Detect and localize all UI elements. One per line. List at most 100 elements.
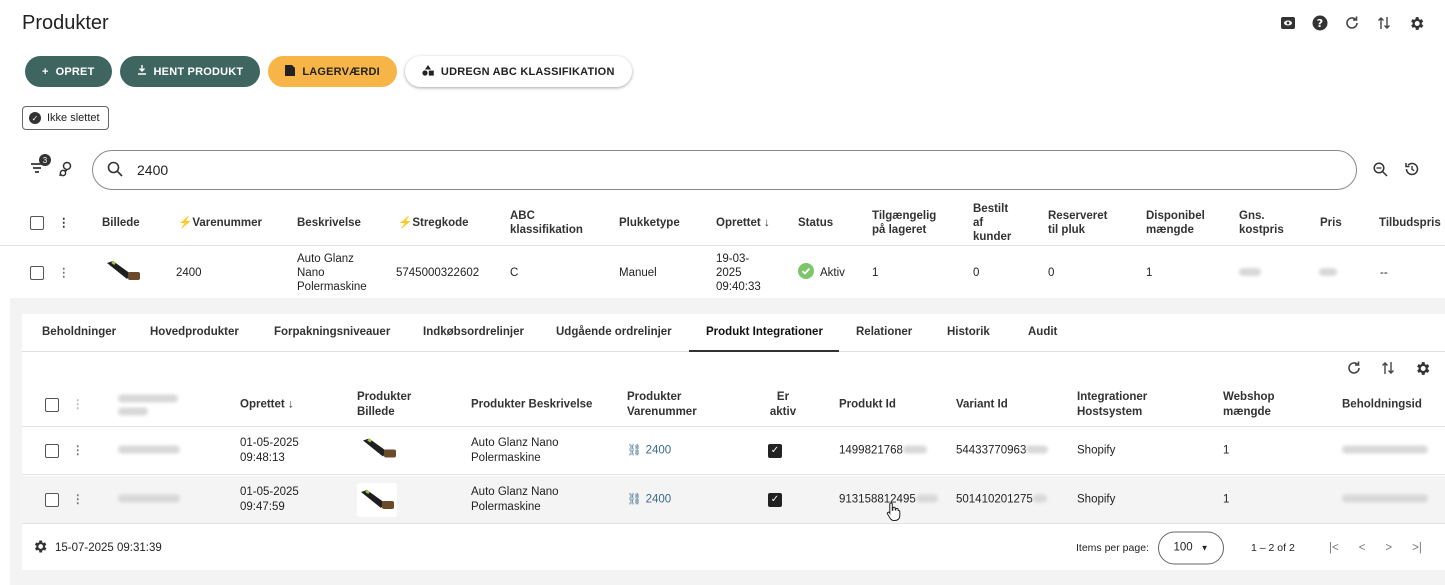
row-menu-icon[interactable]: ⋮ <box>72 443 84 458</box>
col-reserved[interactable]: Reserveret til pluk <box>1048 209 1118 237</box>
col-barcode[interactable]: ⚡Stregkode <box>398 216 469 230</box>
row-variant-id: 54433770963 <box>956 443 1049 458</box>
column-menu-icon[interactable]: ⋮ <box>58 216 70 230</box>
tab-main-products[interactable]: Hovedprodukter <box>150 326 239 338</box>
tab-relations[interactable]: Relationer <box>856 326 912 338</box>
col-pick-type[interactable]: Plukketype <box>619 216 680 230</box>
tab-packaging-levels[interactable]: Forpakningsniveauer <box>274 326 390 338</box>
row-stock-id-redacted <box>1342 492 1428 507</box>
row-available: 1 <box>872 266 879 279</box>
active-checkbox[interactable]: ✓ <box>768 443 782 458</box>
sort-icon[interactable] <box>1379 359 1397 377</box>
col-webshop-qty[interactable]: Webshop mængde <box>1223 390 1293 420</box>
pagination-range: 1 – 2 of 2 <box>1251 541 1295 554</box>
tab-purchase-order-lines[interactable]: Indkøbsordrelinjer <box>423 326 524 338</box>
fetch-product-button[interactable]: HENT PRODUKT <box>119 56 261 87</box>
col-status[interactable]: Status <box>798 216 833 230</box>
tab-history[interactable]: Historik <box>947 326 990 338</box>
stock-value-button[interactable]: LAGERVÆRDI <box>268 56 397 87</box>
row-description: Auto Glanz Nano Polermaskine <box>471 485 559 513</box>
shapes-icon <box>422 64 434 79</box>
col-avg-cost[interactable]: Gns. kostpris <box>1239 209 1289 237</box>
next-page-icon[interactable]: > <box>1385 542 1392 554</box>
row-variant-id: 501410201275 <box>956 492 1047 507</box>
row-menu-icon[interactable]: ⋮ <box>72 492 84 507</box>
chevron-down-icon: ▼ <box>1200 543 1209 552</box>
plus-icon: + <box>42 65 49 78</box>
search-reset-icon[interactable] <box>1372 161 1388 180</box>
detail-tabs: Beholdninger Hovedprodukter Forpakningsn… <box>22 314 1445 352</box>
history-icon[interactable] <box>1404 161 1420 180</box>
sort-icon[interactable] <box>1375 14 1393 32</box>
col-abc[interactable]: ABC klassifikation <box>510 209 590 237</box>
row-checkbox[interactable] <box>45 492 59 507</box>
col-item-no[interactable]: ⚡Varenummer <box>178 216 262 230</box>
row-host: Shopify <box>1077 493 1116 505</box>
col-created[interactable]: Oprettet ↓ <box>716 216 770 230</box>
table-row[interactable]: ⋮ 01-05-2025 09:48:13 Auto Glanz Nano Po… <box>22 427 1445 475</box>
col-product-id[interactable]: Produkt Id <box>839 398 896 413</box>
refresh-icon[interactable] <box>1345 359 1363 377</box>
row-menu-icon[interactable]: ⋮ <box>58 266 70 280</box>
gear-icon[interactable] <box>1413 359 1431 377</box>
check-circle-icon: ✓ <box>29 112 41 124</box>
refresh-icon[interactable] <box>1343 14 1361 32</box>
select-all-checkbox[interactable] <box>30 215 44 230</box>
tab-holdings[interactable]: Beholdninger <box>42 326 116 338</box>
eye-icon[interactable] <box>1279 14 1297 32</box>
select-all-checkbox[interactable] <box>45 398 59 412</box>
col-ordered[interactable]: Bestilt af kunder <box>973 202 1015 244</box>
help-icon[interactable]: ? <box>1311 14 1329 32</box>
active-checkbox[interactable]: ✓ <box>768 492 782 507</box>
col-price[interactable]: Pris <box>1320 216 1342 230</box>
col-image[interactable]: Produkter Billede <box>357 390 427 420</box>
status-badge: Aktiv <box>798 262 845 283</box>
person-search-icon[interactable] <box>58 160 76 181</box>
product-image[interactable] <box>104 259 142 287</box>
table-row[interactable]: ⋮ 2400 Auto Glanz Nano Polermaskine 5745… <box>0 247 1445 298</box>
gear-icon[interactable] <box>1407 14 1425 32</box>
product-image[interactable] <box>360 436 398 465</box>
item-link[interactable]: ⛓ 2400 <box>627 443 671 458</box>
arrow-down-icon: ↓ <box>287 398 294 411</box>
row-host: Shopify <box>1077 444 1116 456</box>
column-menu-icon[interactable]: ⋮ <box>72 398 84 413</box>
item-link[interactable]: ⛓ 2400 <box>627 492 671 507</box>
col-created[interactable]: Oprettet ↓ <box>240 398 294 413</box>
col-description[interactable]: Produkter Beskrivelse <box>471 398 592 413</box>
tab-outgoing-order-lines[interactable]: Udgående ordrelinjer <box>556 326 672 338</box>
col-variant-id[interactable]: Variant Id <box>956 398 1008 413</box>
download-icon <box>137 65 147 78</box>
row-redacted <box>118 492 180 507</box>
tab-audit[interactable]: Audit <box>1028 326 1057 338</box>
pagination-controls: |< < > >| <box>1329 542 1422 554</box>
row-checkbox[interactable] <box>30 265 44 280</box>
row-ordered: 0 <box>973 266 980 279</box>
table-row[interactable]: ⋮ 01-05-2025 09:47:59 Auto Glanz Nano Po… <box>22 476 1445 524</box>
abc-classification-button[interactable]: UDREGN ABC KLASSIFIKATION <box>404 56 632 87</box>
items-per-page-select[interactable]: 100 ▼ <box>1158 531 1224 564</box>
first-page-icon[interactable]: |< <box>1329 542 1339 554</box>
col-disposable[interactable]: Disponibel mængde <box>1146 209 1216 237</box>
prev-page-icon[interactable]: < <box>1359 542 1366 554</box>
row-disposable: 1 <box>1146 266 1153 279</box>
filter-icon[interactable]: 3 <box>30 154 52 177</box>
create-button[interactable]: + OPRET <box>25 56 112 87</box>
tab-product-integrations[interactable]: Produkt Integrationer <box>706 326 823 338</box>
col-description[interactable]: Beskrivelse <box>297 216 361 230</box>
gear-icon[interactable] <box>32 538 48 557</box>
last-page-icon[interactable]: >| <box>1412 542 1422 554</box>
link-icon: ⛓ <box>627 493 642 505</box>
filter-chip-not-deleted[interactable]: ✓ Ikke slettet <box>22 106 109 130</box>
product-image[interactable] <box>357 482 397 517</box>
row-checkbox[interactable] <box>45 443 59 458</box>
col-offer-price[interactable]: Tilbudspris <box>1379 216 1441 230</box>
col-host[interactable]: Integrationer Hostsystem <box>1077 390 1167 420</box>
row-item-no: 2400 <box>176 266 202 279</box>
col-available[interactable]: Tilgængelig på lageret <box>872 209 942 237</box>
col-image[interactable]: Billede <box>102 216 140 230</box>
search-input[interactable]: 2400 <box>92 150 1357 190</box>
col-item-no[interactable]: Produkter Varenummer <box>627 390 707 420</box>
col-stock-id[interactable]: Beholdningsid <box>1342 398 1422 413</box>
col-active[interactable]: Er aktiv <box>765 390 801 420</box>
